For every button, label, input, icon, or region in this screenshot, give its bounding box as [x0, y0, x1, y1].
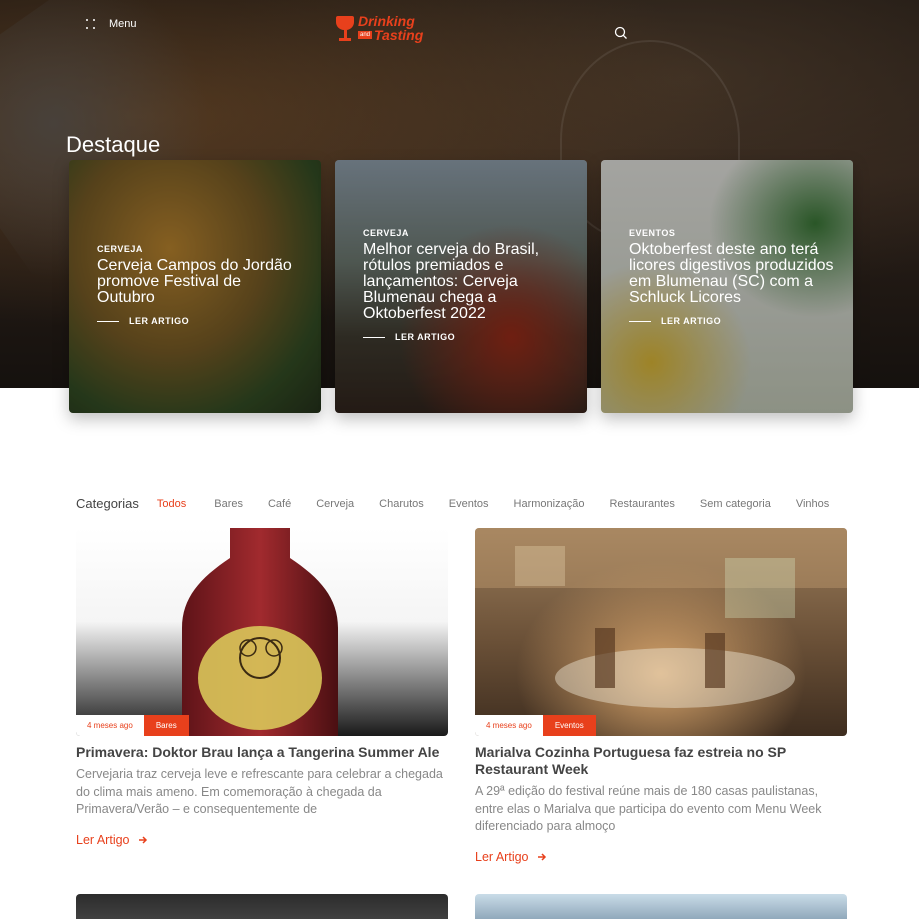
- post-image[interactable]: 4 meses ago Eventos: [475, 528, 847, 736]
- read-more-label: LER ARTIGO: [395, 332, 456, 342]
- featured-card[interactable]: EVENTOS Oktoberfest deste ano terá licor…: [601, 160, 853, 413]
- post-image-next[interactable]: [76, 894, 448, 919]
- featured-card-category: EVENTOS: [629, 228, 676, 238]
- featured-card[interactable]: CERVEJA Melhor cerveja do Brasil, rótulo…: [335, 160, 587, 413]
- read-more-label: Ler Artigo: [475, 850, 529, 864]
- featured-card-title[interactable]: Cerveja Campos do Jordão promove Festiva…: [97, 258, 303, 306]
- post-read-more[interactable]: Ler Artigo: [475, 850, 847, 864]
- category-cafe[interactable]: Café: [268, 498, 291, 510]
- read-more-label: LER ARTIGO: [661, 316, 722, 326]
- arrow-right-icon: [138, 836, 147, 844]
- category-cerveja[interactable]: Cerveja: [316, 498, 354, 510]
- featured-section-title: Destaque: [66, 132, 161, 157]
- logo-line2: Tasting: [374, 27, 424, 43]
- post-excerpt: Cervejaria traz cerveja leve e refrescan…: [76, 767, 443, 816]
- category-filter: Categorias Todos Bares Café Cerveja Char…: [76, 496, 829, 511]
- post-image[interactable]: 4 meses ago Bares: [76, 528, 448, 736]
- category-sem-categoria[interactable]: Sem categoria: [700, 498, 771, 510]
- category-restaurantes[interactable]: Restaurantes: [609, 498, 674, 510]
- beer-bottle-image: [182, 528, 338, 736]
- featured-card[interactable]: CERVEJA Cerveja Campos do Jordão promove…: [69, 160, 321, 413]
- featured-card-title[interactable]: Oktoberfest deste ano terá licores diges…: [629, 242, 835, 306]
- category-eventos[interactable]: Eventos: [449, 498, 489, 510]
- post-title[interactable]: Primavera: Doktor Brau lança a Tangerina…: [76, 744, 448, 761]
- post-time: 4 meses ago: [76, 715, 144, 736]
- glass-logo-icon: [336, 14, 354, 42]
- search-icon[interactable]: [614, 26, 628, 40]
- featured-card-category: CERVEJA: [97, 244, 143, 254]
- featured-card-title[interactable]: Melhor cerveja do Brasil, rótulos premia…: [363, 242, 569, 322]
- post-title[interactable]: Marialva Cozinha Portuguesa faz estreia …: [475, 744, 847, 778]
- post-image-next[interactable]: [475, 894, 847, 919]
- category-harmonizacao[interactable]: Harmonização: [514, 498, 585, 510]
- grid-dots-icon: [85, 18, 97, 30]
- featured-card-category: CERVEJA: [363, 228, 409, 238]
- menu-label: Menu: [109, 18, 137, 30]
- post-excerpt: A 29ª edição do festival reúne mais de 1…: [475, 784, 822, 833]
- category-vinhos[interactable]: Vinhos: [796, 498, 829, 510]
- post-category-badge[interactable]: Bares: [143, 715, 189, 736]
- post-read-more[interactable]: Ler Artigo: [76, 833, 448, 847]
- logo-line1: Drinking: [358, 13, 415, 29]
- post-card: 4 meses ago Bares Primavera: Doktor Brau…: [76, 528, 448, 847]
- read-more-label: LER ARTIGO: [129, 316, 190, 326]
- restaurant-interior-image: [475, 528, 847, 708]
- featured-card-read-more[interactable]: LER ARTIGO: [363, 332, 569, 342]
- menu-button[interactable]: Menu: [85, 18, 137, 30]
- top-bar: Menu Drinking and Tasting: [0, 0, 919, 60]
- read-more-label: Ler Artigo: [76, 833, 130, 847]
- post-category-badge[interactable]: Eventos: [542, 715, 596, 736]
- category-charutos[interactable]: Charutos: [379, 498, 424, 510]
- featured-card-read-more[interactable]: LER ARTIGO: [629, 316, 835, 326]
- category-bares[interactable]: Bares: [214, 498, 243, 510]
- logo-and: and: [358, 31, 373, 39]
- arrow-right-icon: [537, 853, 546, 861]
- categories-label: Categorias: [76, 496, 139, 511]
- post-card: 4 meses ago Eventos Marialva Cozinha Por…: [475, 528, 847, 864]
- featured-card-read-more[interactable]: LER ARTIGO: [97, 316, 303, 326]
- post-time: 4 meses ago: [475, 715, 543, 736]
- category-all[interactable]: Todos: [157, 498, 186, 510]
- site-logo[interactable]: Drinking and Tasting: [336, 14, 423, 42]
